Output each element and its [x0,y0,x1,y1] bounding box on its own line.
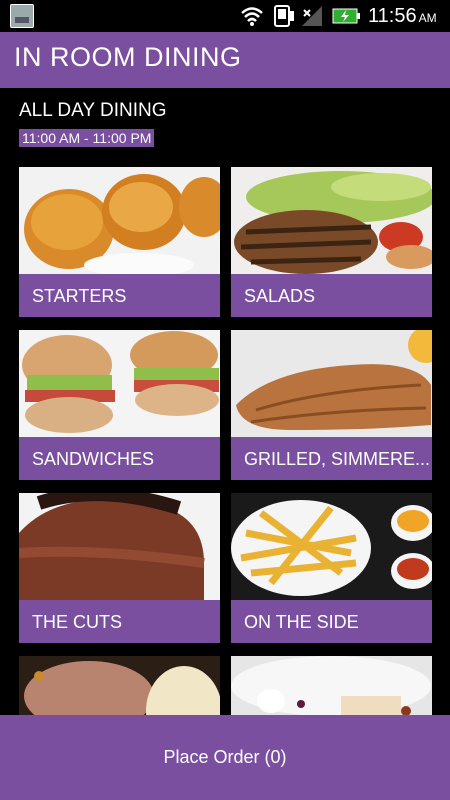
sandwiches-image [19,330,220,437]
grilled-image [231,330,432,437]
place-order-button[interactable]: Place Order (0) [0,715,450,800]
category-label: SALADS [231,274,432,317]
category-tile-grilled[interactable]: GRILLED, SIMMERE... [231,330,432,480]
place-order-label: Place Order (0) [163,747,287,767]
category-tile-on-the-side[interactable]: ON THE SIDE [231,493,432,643]
category-tile-starters[interactable]: STARTERS [19,167,220,317]
salads-image [231,167,432,274]
category-grid: STARTERS SALADS SANDWICHES GRILLED, SIMM… [0,0,450,800]
category-label: ON THE SIDE [231,600,432,643]
category-tile-the-cuts[interactable]: THE CUTS [19,493,220,643]
the-cuts-image [19,493,220,600]
category-label: SANDWICHES [19,437,220,480]
starters-image [19,167,220,274]
category-label: GRILLED, SIMMERE... [231,437,432,480]
category-label: THE CUTS [19,600,220,643]
category-label: STARTERS [19,274,220,317]
category-tile-sandwiches[interactable]: SANDWICHES [19,330,220,480]
on-the-side-image [231,493,432,600]
category-tile-salads[interactable]: SALADS [231,167,432,317]
